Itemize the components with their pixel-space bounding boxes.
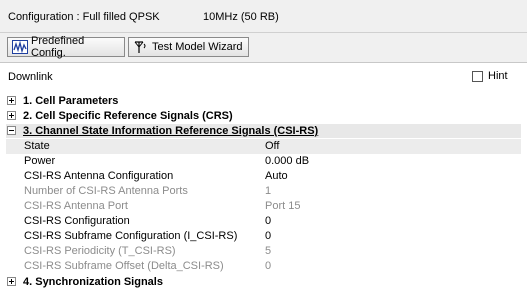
row-key: CSI-RS Antenna Configuration: [24, 170, 174, 182]
antenna-icon: [133, 40, 149, 54]
row-antenna-configuration[interactable]: CSI-RS Antenna Configuration Auto: [6, 169, 527, 184]
downlink-panel: Downlink Hint 1. Cell Parameters 2. Cell…: [0, 62, 527, 306]
row-value: 1: [265, 185, 272, 197]
csi-rs-rows: State Off Power 0.000 dB CSI-RS Antenna …: [6, 139, 527, 274]
section-label: 1. Cell Parameters: [23, 95, 119, 107]
row-number-of-antenna-ports: Number of CSI-RS Antenna Ports 1: [6, 184, 527, 199]
section-label: 4. Synchronization Signals: [23, 276, 163, 288]
plus-box-icon[interactable]: [7, 96, 16, 105]
row-value[interactable]: Auto: [265, 169, 288, 184]
section-cell-parameters[interactable]: 1. Cell Parameters: [6, 94, 527, 108]
predefined-config-label: Predefined Config.: [31, 35, 85, 59]
toolbar: Predefined Config. Test Model Wizard: [0, 34, 527, 62]
configuration-label: Configuration : Full filled QPSK: [8, 11, 160, 23]
row-key: Power: [24, 155, 56, 167]
row-key: Number of CSI-RS Antenna Ports: [24, 185, 188, 197]
row-key: State: [24, 140, 50, 152]
test-model-wizard-button[interactable]: Test Model Wizard: [128, 37, 249, 57]
predefined-config-button[interactable]: Predefined Config.: [7, 35, 125, 59]
section-synchronization-signals[interactable]: 4. Synchronization Signals: [6, 275, 527, 289]
row-value: Port 15: [265, 200, 301, 212]
row-key: CSI-RS Subframe Offset (Delta_CSI-RS): [24, 260, 224, 272]
minus-box-icon[interactable]: [7, 126, 16, 135]
row-power[interactable]: Power 0.000 dB: [6, 154, 527, 169]
bandwidth-label: 10MHz (50 RB): [203, 11, 279, 23]
row-value: 0: [265, 260, 272, 272]
waveform-icon: [12, 40, 28, 54]
row-state[interactable]: State Off: [6, 139, 521, 154]
row-value[interactable]: Off: [265, 139, 279, 154]
section-label: 3. Channel State Information Reference S…: [23, 125, 319, 137]
hint-label: Hint: [488, 70, 508, 82]
row-key: CSI-RS Subframe Configuration (I_CSI-RS): [24, 230, 238, 242]
row-key: CSI-RS Antenna Port: [24, 200, 128, 212]
row-subframe-configuration[interactable]: CSI-RS Subframe Configuration (I_CSI-RS)…: [6, 229, 527, 244]
row-periodicity: CSI-RS Periodicity (T_CSI-RS) 5: [6, 244, 527, 259]
section-csi-rs[interactable]: 3. Channel State Information Reference S…: [6, 124, 521, 138]
row-value[interactable]: 0: [265, 229, 271, 244]
row-csi-rs-configuration[interactable]: CSI-RS Configuration 0: [6, 214, 527, 229]
hint-checkbox[interactable]: [472, 70, 483, 82]
section-crs[interactable]: 2. Cell Specific Reference Signals (CRS): [6, 109, 527, 123]
plus-box-icon[interactable]: [7, 111, 16, 120]
row-key: CSI-RS Periodicity (T_CSI-RS): [24, 245, 176, 257]
row-antenna-port: CSI-RS Antenna Port Port 15: [6, 199, 527, 214]
row-value[interactable]: 0: [265, 214, 271, 229]
parameter-tree: 1. Cell Parameters 2. Cell Specific Refe…: [6, 94, 527, 290]
row-key: CSI-RS Configuration: [24, 215, 130, 227]
section-label: 2. Cell Specific Reference Signals (CRS): [23, 110, 233, 122]
row-value: 5: [265, 245, 272, 257]
panel-title: Downlink: [8, 71, 53, 83]
row-value[interactable]: 0.000 dB: [265, 154, 309, 169]
plus-box-icon[interactable]: [7, 277, 16, 286]
row-subframe-offset: CSI-RS Subframe Offset (Delta_CSI-RS) 0: [6, 259, 527, 274]
configuration-bar: Configuration : Full filled QPSK 10MHz (…: [0, 0, 527, 33]
test-model-wizard-label: Test Model Wizard: [152, 41, 243, 53]
hint-toggle[interactable]: Hint: [472, 70, 508, 82]
